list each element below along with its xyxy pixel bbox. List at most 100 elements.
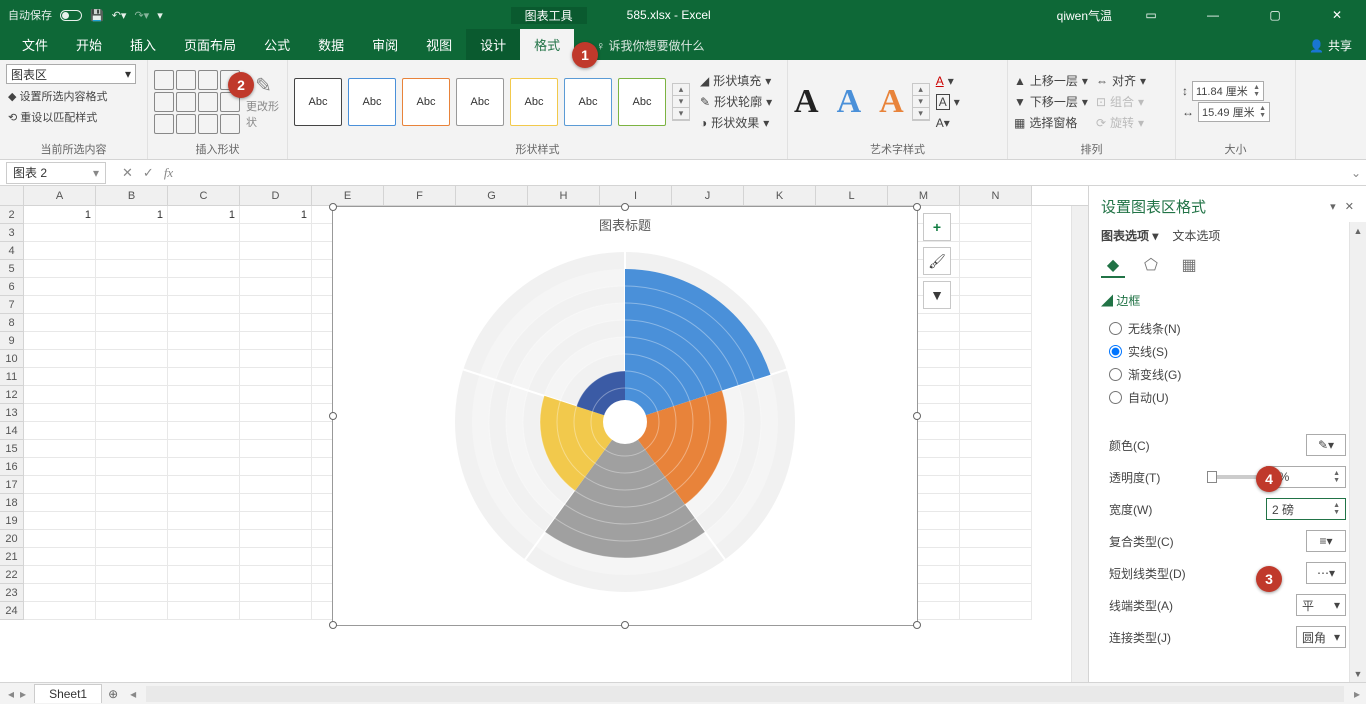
cell[interactable]	[96, 224, 168, 242]
row-head[interactable]: 14	[0, 422, 24, 440]
cell[interactable]	[96, 386, 168, 404]
wordart-nav[interactable]: ▴▾▾	[912, 83, 930, 121]
cell[interactable]	[168, 296, 240, 314]
cell[interactable]	[168, 224, 240, 242]
cell[interactable]	[24, 530, 96, 548]
cell[interactable]	[24, 548, 96, 566]
cell[interactable]: 1	[240, 206, 312, 224]
name-box[interactable]: 图表 2▾	[6, 162, 106, 184]
chart-styles-button[interactable]: 🖌	[923, 247, 951, 275]
radio-auto-line[interactable]: 自动(U)	[1101, 386, 1354, 409]
effects-icon[interactable]: ⬠	[1139, 254, 1163, 278]
gallery-nav[interactable]: ▴▾▾	[672, 83, 690, 121]
cell[interactable]	[168, 332, 240, 350]
col-head[interactable]: D	[240, 186, 312, 205]
cell[interactable]	[240, 566, 312, 584]
col-head[interactable]: M	[888, 186, 960, 205]
cell[interactable]	[240, 314, 312, 332]
chart-filter-button[interactable]: ▼	[923, 281, 951, 309]
cell[interactable]	[240, 386, 312, 404]
tab-format[interactable]: 格式	[520, 29, 574, 60]
cell[interactable]	[168, 368, 240, 386]
cell[interactable]	[24, 278, 96, 296]
cell[interactable]	[168, 512, 240, 530]
tab-data[interactable]: 数据	[304, 29, 358, 60]
cell[interactable]	[24, 224, 96, 242]
save-icon[interactable]: 💾	[90, 9, 104, 22]
cell[interactable]	[96, 314, 168, 332]
cell[interactable]	[960, 494, 1032, 512]
bring-forward-button[interactable]: ▲ 上移一层 ▾	[1014, 72, 1088, 90]
cell[interactable]	[168, 494, 240, 512]
cell[interactable]	[960, 368, 1032, 386]
cell[interactable]	[168, 314, 240, 332]
cell[interactable]	[240, 332, 312, 350]
row-head[interactable]: 11	[0, 368, 24, 386]
qat-more-icon[interactable]: ▾	[157, 9, 163, 22]
cell[interactable]	[96, 602, 168, 620]
maximize-icon[interactable]: ▢	[1252, 0, 1298, 30]
cell[interactable]	[96, 350, 168, 368]
cell[interactable]	[24, 386, 96, 404]
join-type[interactable]: 圆角▾	[1296, 626, 1346, 648]
cell[interactable]	[960, 296, 1032, 314]
autosave-toggle[interactable]	[60, 10, 82, 21]
cell[interactable]	[168, 260, 240, 278]
shape-gallery[interactable]	[154, 70, 240, 134]
cell[interactable]	[960, 332, 1032, 350]
height-input[interactable]: 11.84 厘米▲▼	[1192, 81, 1264, 101]
selection-pane-button[interactable]: ▦ 选择窗格	[1014, 114, 1088, 132]
group-button[interactable]: ⊡ 组合 ▾	[1096, 93, 1146, 111]
minimize-icon[interactable]: —	[1190, 0, 1236, 30]
shape-outline-button[interactable]: ✎ 形状轮廓 ▾	[700, 93, 772, 111]
cell[interactable]	[168, 458, 240, 476]
cell[interactable]	[96, 296, 168, 314]
align-button[interactable]: ⇔ 对齐 ▾	[1096, 72, 1146, 90]
cell[interactable]	[240, 530, 312, 548]
cell[interactable]	[960, 602, 1032, 620]
cell[interactable]	[240, 224, 312, 242]
row-head[interactable]: 12	[0, 386, 24, 404]
row-head[interactable]: 5	[0, 260, 24, 278]
compound-type[interactable]: ≡▾	[1306, 530, 1346, 552]
col-head[interactable]: E	[312, 186, 384, 205]
cell[interactable]	[960, 458, 1032, 476]
reset-style-button[interactable]: ⟲ 重设以匹配样式	[6, 108, 99, 126]
row-head[interactable]: 8	[0, 314, 24, 332]
text-fill-icon[interactable]: A▾	[936, 72, 960, 90]
cell[interactable]	[240, 602, 312, 620]
cell[interactable]	[24, 260, 96, 278]
cell[interactable]	[24, 332, 96, 350]
cell[interactable]	[24, 458, 96, 476]
cell[interactable]	[960, 476, 1032, 494]
pane-tab-text[interactable]: 文本选项	[1172, 227, 1220, 244]
col-head[interactable]: B	[96, 186, 168, 205]
send-backward-button[interactable]: ▼ 下移一层 ▾	[1014, 93, 1088, 111]
shape-effects-button[interactable]: ◑ 形状效果 ▾	[700, 114, 772, 132]
tab-formula[interactable]: 公式	[250, 29, 304, 60]
radio-solid-line[interactable]: 实线(S)	[1101, 340, 1354, 363]
tab-insert[interactable]: 插入	[116, 29, 170, 60]
add-sheet-button[interactable]: ⊕	[102, 687, 124, 701]
cap-type[interactable]: 平▾	[1296, 594, 1346, 616]
fill-line-icon[interactable]: ◆	[1101, 254, 1125, 278]
border-section[interactable]: ◢ 边框	[1101, 292, 1354, 309]
cell[interactable]	[24, 350, 96, 368]
cell[interactable]	[96, 566, 168, 584]
col-head[interactable]: G	[456, 186, 528, 205]
cell[interactable]	[24, 314, 96, 332]
wordart-gallery[interactable]: A A A	[794, 83, 904, 121]
cell[interactable]	[96, 278, 168, 296]
cell[interactable]	[960, 314, 1032, 332]
row-head[interactable]: 24	[0, 602, 24, 620]
row-head[interactable]: 7	[0, 296, 24, 314]
close-icon[interactable]: ✕	[1314, 0, 1360, 30]
cell[interactable]	[960, 584, 1032, 602]
cell[interactable]	[240, 404, 312, 422]
cell[interactable]	[240, 440, 312, 458]
pane-close-icon[interactable]: ✕	[1345, 201, 1354, 213]
row-head[interactable]: 4	[0, 242, 24, 260]
user-name[interactable]: qiwen气温	[1057, 7, 1112, 24]
color-picker[interactable]: ✎▾	[1306, 434, 1346, 456]
cell[interactable]	[240, 494, 312, 512]
